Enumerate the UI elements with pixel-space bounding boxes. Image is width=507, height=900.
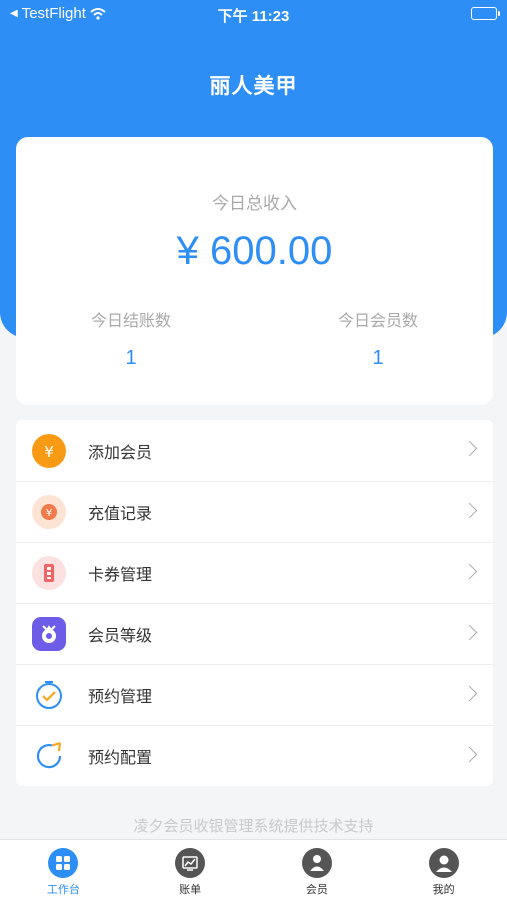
menu-item-coupon-management[interactable]: 卡券管理	[16, 542, 493, 603]
tab-bar: 工作台 账单 会员 我的	[0, 839, 507, 900]
member-icon	[301, 848, 332, 878]
tab-label: 账单	[179, 883, 202, 896]
tab-members[interactable]: 会员	[254, 840, 381, 900]
chevron-right-icon	[461, 685, 478, 702]
tab-label: 工作台	[46, 883, 80, 896]
menu-item-appointment-config[interactable]: 预约配置	[16, 725, 493, 786]
chevron-right-icon	[461, 624, 478, 641]
menu-label: 会员等级	[88, 626, 153, 645]
income-label: 今日总收入	[212, 194, 297, 214]
function-menu: ¥ 添加会员 ¥ 充值记录 卡券管理 会员等级 预约管理 预约配置	[16, 420, 493, 786]
chevron-right-icon	[461, 746, 478, 763]
member-level-icon	[32, 617, 66, 651]
status-bar: ◀ TestFlight 下午 11:23	[0, 0, 507, 28]
tab-label: 会员	[305, 883, 328, 896]
menu-label: 卡券管理	[88, 565, 153, 584]
summary-card: 今日总收入 ¥ 600.00 今日结账数 1 今日会员数 1	[16, 137, 493, 405]
menu-label: 预约配置	[88, 748, 153, 767]
coupon-icon	[32, 556, 66, 590]
income-amount: ¥ 600.00	[176, 229, 333, 273]
menu-item-recharge-records[interactable]: ¥ 充值记录	[16, 481, 493, 542]
checkouts-label: 今日结账数	[90, 311, 171, 330]
menu-label: 充值记录	[88, 504, 153, 523]
refresh-arrow-icon	[32, 739, 66, 773]
svg-text:¥: ¥	[46, 508, 52, 519]
chevron-right-icon	[461, 563, 478, 580]
profile-icon	[428, 848, 459, 878]
chart-icon	[175, 848, 206, 878]
chevron-right-icon	[461, 440, 478, 457]
menu-item-appointment-management[interactable]: 预约管理	[16, 664, 493, 725]
menu-label: 添加会员	[88, 442, 153, 462]
checkouts-value: 1	[125, 347, 137, 369]
members-label: 今日会员数	[337, 311, 418, 330]
yen-coin-icon: ¥	[32, 433, 66, 468]
status-time: 下午 11:23	[217, 8, 290, 25]
checkouts-stat[interactable]: 今日结账数 1	[16, 307, 246, 370]
tab-label: 我的	[432, 883, 455, 896]
tab-mine[interactable]: 我的	[380, 840, 507, 900]
members-value: 1	[372, 347, 384, 369]
chevron-right-icon	[461, 502, 478, 519]
svg-text:¥: ¥	[44, 443, 54, 461]
members-stat[interactable]: 今日会员数 1	[263, 307, 493, 370]
menu-item-add-member[interactable]: ¥ 添加会员	[16, 420, 493, 481]
menu-item-member-level[interactable]: 会员等级	[16, 603, 493, 664]
alarm-clock-icon	[32, 678, 66, 712]
tab-workbench[interactable]: 工作台	[0, 840, 127, 900]
tab-bills[interactable]: 账单	[127, 840, 254, 900]
menu-label: 预约管理	[88, 687, 153, 706]
footer-credit: 凌夕会员收银管理系统提供技术支持	[133, 817, 374, 835]
recharge-icon: ¥	[32, 495, 66, 529]
battery-icon	[471, 7, 500, 20]
page-title: 丽人美甲	[209, 74, 298, 98]
grid-icon	[48, 848, 79, 878]
